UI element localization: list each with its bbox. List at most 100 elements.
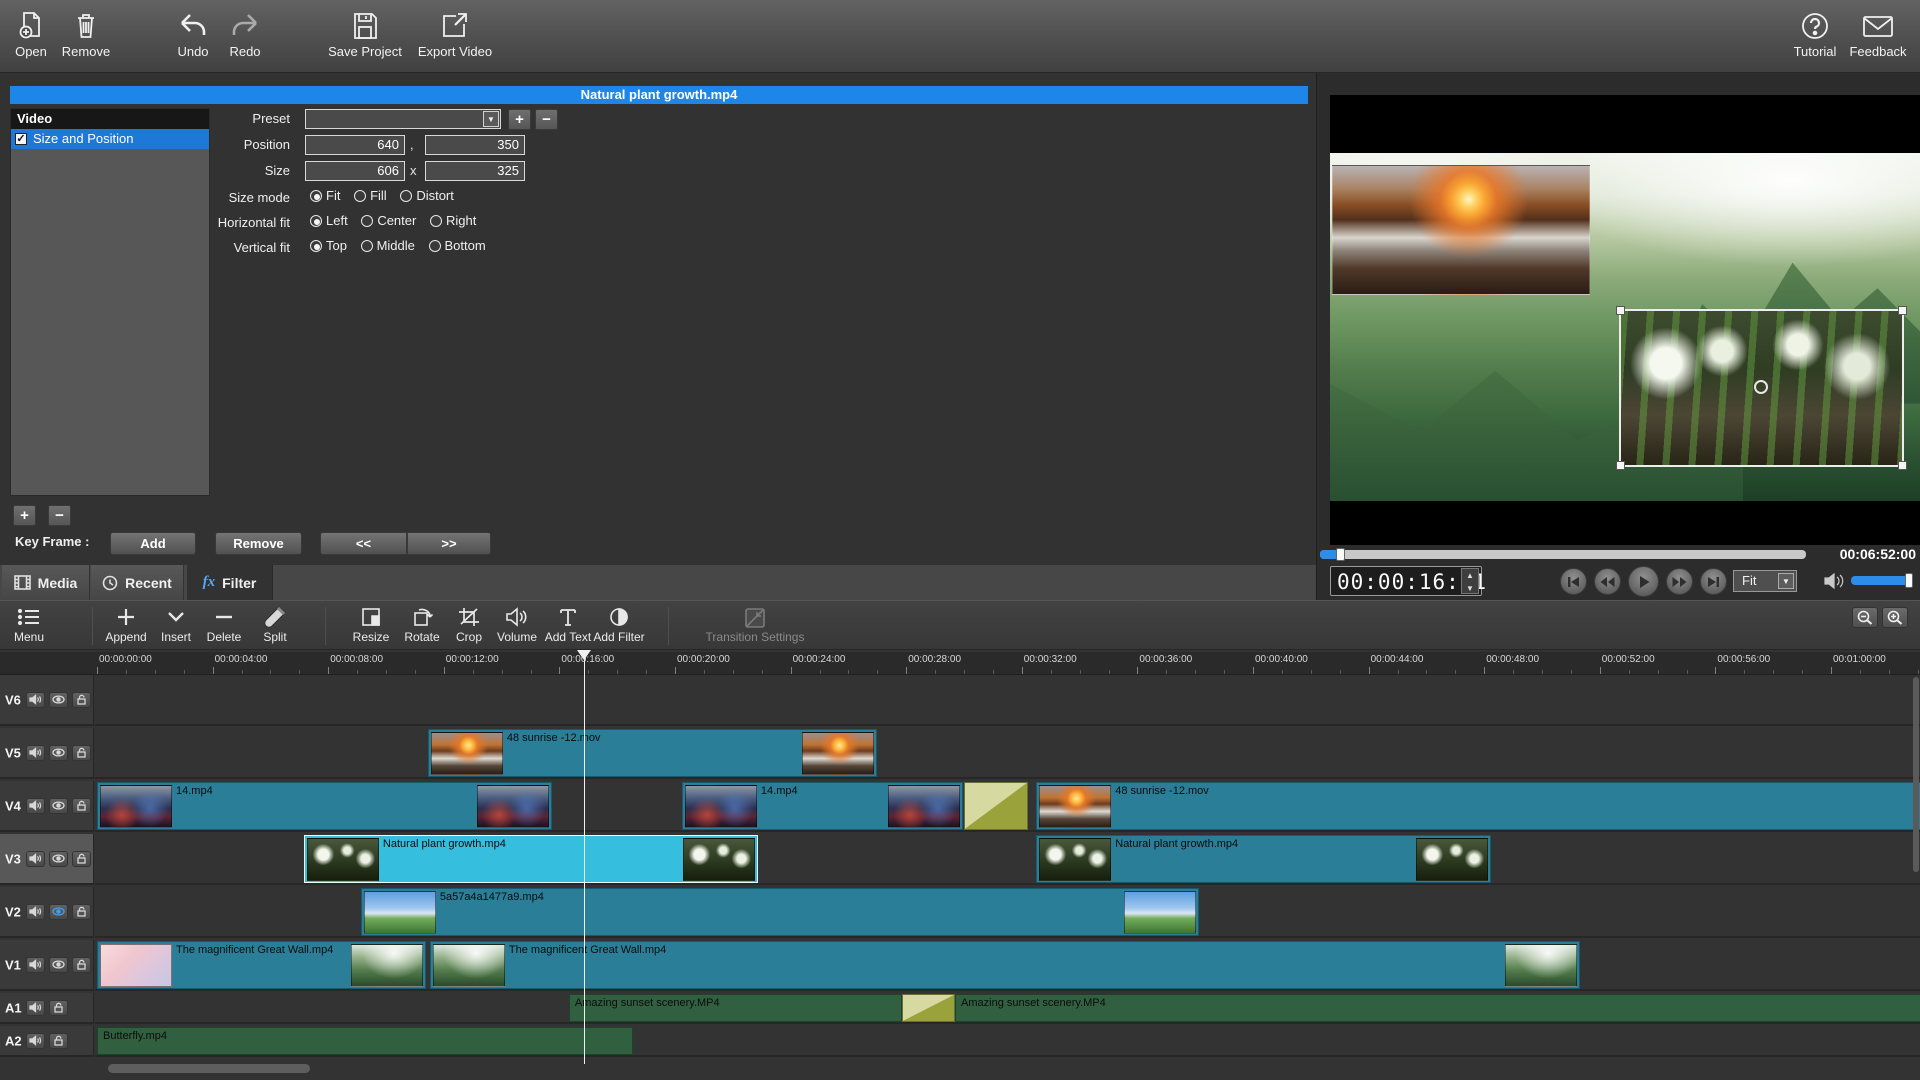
track-lane-a2[interactable]: Butterfly.mp4 xyxy=(95,1026,1920,1057)
track-lane-v4[interactable]: 14.mp4 14.mp4 48 sunrise -12.mov xyxy=(95,781,1920,832)
lock-icon[interactable] xyxy=(72,956,91,973)
track-header-v3[interactable]: V3 xyxy=(0,834,94,885)
speaker-icon[interactable] xyxy=(26,1032,45,1049)
track-lane-a1[interactable]: Amazing sunset scenery.MP4 Amazing sunset… xyxy=(95,993,1920,1024)
horizontal-scrollbar[interactable] xyxy=(108,1064,310,1073)
seek-handle[interactable] xyxy=(1335,548,1345,561)
tab-media[interactable]: Media xyxy=(2,565,90,600)
timeline-ruler[interactable]: 00:00:00:00 00:00:04:00 00:00:08:00 00:00:1… xyxy=(0,652,1920,675)
radio-left[interactable] xyxy=(310,215,322,227)
volume-handle[interactable] xyxy=(1905,573,1913,588)
selected-flowers-overlay[interactable] xyxy=(1616,306,1907,470)
split-button[interactable]: Split xyxy=(242,605,308,647)
lock-icon[interactable] xyxy=(49,999,68,1016)
track-lane-v6[interactable] xyxy=(95,675,1920,726)
timeline-clip[interactable]: 48 sunrise -12.mov xyxy=(427,729,878,777)
export-video-button[interactable]: Export Video xyxy=(412,6,498,68)
remove-button[interactable]: Remove xyxy=(43,6,129,68)
zoom-in-button[interactable] xyxy=(1882,607,1908,628)
speaker-icon[interactable] xyxy=(26,999,45,1016)
video-preview[interactable] xyxy=(1330,95,1920,545)
lock-icon[interactable] xyxy=(72,797,91,814)
track-header-a1[interactable]: A1 xyxy=(0,993,94,1024)
track-lane-v5[interactable]: 48 sunrise -12.mov xyxy=(95,728,1920,779)
skip-to-end-button[interactable] xyxy=(1700,568,1727,595)
timeline-clip[interactable]: 14.mp4 xyxy=(97,782,552,830)
track-header-v5[interactable]: V5 xyxy=(0,728,94,779)
track-lane-v1[interactable]: The magnificent Great Wall.mp4 The magnif… xyxy=(95,940,1920,991)
track-header-a2[interactable]: A2 xyxy=(0,1026,94,1057)
track-header-v4[interactable]: V4 xyxy=(0,781,94,832)
lock-icon[interactable] xyxy=(72,691,91,708)
rewind-button[interactable] xyxy=(1594,568,1621,595)
skip-to-start-button[interactable] xyxy=(1560,568,1587,595)
track-header-v6[interactable]: V6 xyxy=(0,675,94,726)
resize-handle[interactable] xyxy=(1616,461,1625,470)
transition-clip[interactable] xyxy=(964,782,1028,830)
speaker-icon[interactable] xyxy=(26,956,45,973)
timeline-clip[interactable]: 14.mp4 xyxy=(681,782,964,830)
eye-icon[interactable] xyxy=(49,956,68,973)
timeline-clip[interactable]: The magnificent Great Wall.mp4 xyxy=(97,941,426,989)
radio-bottom[interactable] xyxy=(428,240,441,252)
playhead-marker[interactable] xyxy=(576,650,591,660)
chevron-down-icon[interactable]: ▼ xyxy=(483,111,499,127)
lock-icon[interactable] xyxy=(49,1032,68,1049)
remove-filter-button[interactable]: − xyxy=(48,505,71,526)
radio-distort[interactable] xyxy=(400,190,413,202)
tab-filter[interactable]: fx Filter xyxy=(187,565,273,600)
track-header-v2[interactable]: V2 xyxy=(0,887,94,938)
keyframe-remove-button[interactable]: Remove xyxy=(215,532,302,555)
preset-add-button[interactable]: + xyxy=(508,109,531,130)
speaker-icon[interactable] xyxy=(26,691,45,708)
timecode-spinner[interactable]: ▲ ▼ xyxy=(1461,568,1479,594)
radio-center[interactable] xyxy=(361,215,374,227)
timeline-clip[interactable]: The magnificent Great Wall.mp4 xyxy=(429,941,1580,989)
timeline-clip[interactable]: Natural plant growth.mp4 xyxy=(1036,835,1492,883)
radio-right[interactable] xyxy=(429,215,442,227)
eye-icon[interactable] xyxy=(49,903,68,920)
timeline-menu-button[interactable]: Menu xyxy=(0,605,62,647)
vertical-scrollbar[interactable] xyxy=(1913,677,1919,872)
timecode-display[interactable]: 00:00:16:21 ▲ ▼ xyxy=(1330,566,1486,596)
timeline-clip[interactable]: 5a57a4a1477a9.mp4 xyxy=(360,888,1199,936)
fast-forward-button[interactable] xyxy=(1666,568,1693,595)
add-filter-button[interactable]: + xyxy=(13,505,36,526)
radio-fill[interactable] xyxy=(354,190,367,202)
resize-handle[interactable] xyxy=(1898,461,1907,470)
preset-dropdown[interactable]: ▼ xyxy=(305,109,501,129)
radio-fit[interactable] xyxy=(310,190,322,202)
sunset-overlay-image[interactable] xyxy=(1332,165,1590,295)
transition-settings-button[interactable]: Transition Settings xyxy=(680,605,830,647)
track-lane-v2[interactable]: 5a57a4a1477a9.mp4 xyxy=(95,887,1920,938)
keyframe-next-button[interactable]: >> xyxy=(407,532,491,555)
timeline-clip[interactable]: Natural plant growth.mp4 xyxy=(303,835,758,883)
volume-slider[interactable] xyxy=(1851,573,1913,588)
eye-icon[interactable] xyxy=(49,797,68,814)
save-project-button[interactable]: Save Project xyxy=(322,6,408,68)
zoom-fit-dropdown[interactable]: Fit ▼ xyxy=(1733,570,1797,592)
lock-icon[interactable] xyxy=(72,744,91,761)
timeline-clip[interactable]: 48 sunrise -12.mov xyxy=(1036,782,1920,830)
keyframe-add-button[interactable]: Add xyxy=(110,532,196,555)
position-y-input[interactable]: 350 xyxy=(425,135,525,155)
track-header-v1[interactable]: V1 xyxy=(0,940,94,991)
play-button[interactable] xyxy=(1628,566,1659,597)
timeline-clip[interactable]: Amazing sunset scenery.MP4 xyxy=(568,994,902,1022)
rotate-handle[interactable] xyxy=(1753,380,1768,394)
lock-icon[interactable] xyxy=(72,850,91,867)
lock-icon[interactable] xyxy=(72,903,91,920)
size-width-input[interactable]: 606 xyxy=(305,161,405,181)
preset-remove-button[interactable]: − xyxy=(535,109,558,130)
keyframe-prev-button[interactable]: << xyxy=(320,532,407,555)
feedback-button[interactable]: Feedback xyxy=(1835,6,1920,68)
speaker-icon[interactable] xyxy=(1823,572,1845,595)
eye-icon[interactable] xyxy=(49,691,68,708)
eye-icon[interactable] xyxy=(49,850,68,867)
resize-handle[interactable] xyxy=(1898,306,1907,315)
speaker-icon[interactable] xyxy=(26,797,45,814)
redo-button[interactable]: Redo xyxy=(202,6,288,68)
zoom-out-button[interactable] xyxy=(1852,607,1878,628)
timeline-clip[interactable]: Butterfly.mp4 xyxy=(97,1027,634,1055)
position-x-input[interactable]: 640 xyxy=(305,135,405,155)
